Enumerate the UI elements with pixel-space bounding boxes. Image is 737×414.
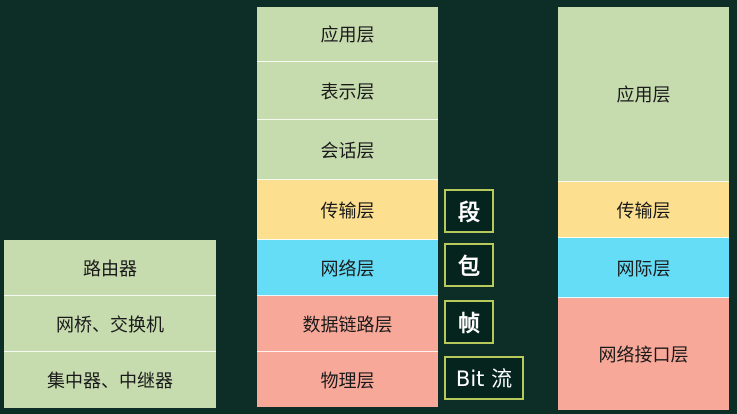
device-router: 路由器 xyxy=(4,240,216,296)
device-hub-repeater: 集中器、中继器 xyxy=(4,352,216,408)
tcpip-internet-layer: 网际层 xyxy=(558,238,729,298)
osi-model-stack: 应用层 表示层 会话层 传输层 网络层 数据链路层 物理层 xyxy=(257,7,438,407)
pdu-segment-label: 段 xyxy=(444,189,494,233)
tcpip-model-stack: 应用层 传输层 网际层 网络接口层 xyxy=(558,7,729,410)
network-devices-stack: 路由器 网桥、交换机 集中器、中继器 xyxy=(4,240,216,408)
osi-session-layer: 会话层 xyxy=(257,120,438,180)
osi-data-link-layer: 数据链路层 xyxy=(257,296,438,352)
tcpip-application-layer: 应用层 xyxy=(558,7,729,182)
osi-transport-layer: 传输层 xyxy=(257,180,438,240)
osi-application-layer: 应用层 xyxy=(257,7,438,62)
pdu-bit-stream-label: Bit 流 xyxy=(444,356,524,400)
tcpip-network-interface-layer: 网络接口层 xyxy=(558,298,729,410)
osi-network-layer: 网络层 xyxy=(257,240,438,296)
device-bridge-switch: 网桥、交换机 xyxy=(4,296,216,352)
pdu-frame-label: 帧 xyxy=(444,300,494,344)
pdu-packet-label: 包 xyxy=(444,243,494,287)
osi-presentation-layer: 表示层 xyxy=(257,62,438,120)
osi-physical-layer: 物理层 xyxy=(257,352,438,407)
tcpip-transport-layer: 传输层 xyxy=(558,182,729,238)
